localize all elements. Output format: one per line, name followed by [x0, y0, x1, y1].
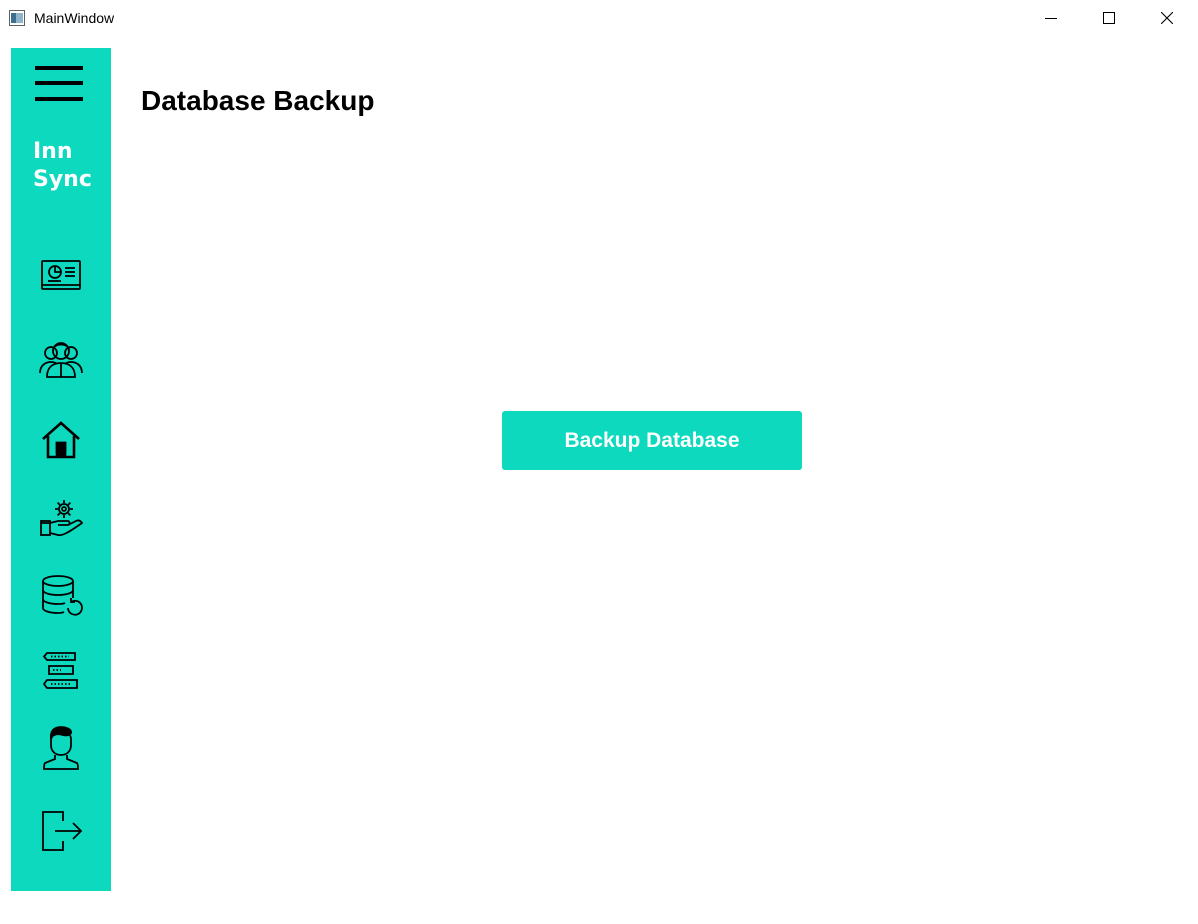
close-icon [1161, 12, 1173, 24]
sidebar-item-services[interactable] [35, 492, 87, 544]
backup-database-button[interactable]: Backup Database [502, 411, 802, 470]
hamburger-menu-icon [35, 66, 83, 101]
dashboard-icon [41, 260, 81, 290]
home-icon [42, 421, 80, 459]
brand-line-1: Inn [33, 139, 73, 164]
user-profile-icon [43, 726, 79, 770]
main-window: MainWindow Inn Sync Database Backup Back… [0, 0, 1198, 924]
sidebar-item-profile[interactable] [35, 722, 87, 774]
services-icon [40, 500, 84, 537]
sidebar-item-home[interactable] [35, 414, 87, 466]
sidebar-item-database-backup[interactable] [35, 569, 87, 621]
database-backup-icon [42, 575, 83, 616]
sidebar-item-dashboard[interactable] [35, 250, 87, 302]
sidebar-item-logout[interactable] [35, 805, 87, 857]
close-button[interactable] [1138, 0, 1196, 36]
logs-icon [42, 652, 78, 689]
sidebar-item-guests[interactable] [35, 332, 87, 384]
hamburger-menu-button[interactable] [35, 66, 85, 106]
sidebar-item-logs[interactable] [35, 645, 87, 697]
title-bar: MainWindow [0, 0, 1198, 36]
brand-line-2: Sync [33, 167, 92, 192]
logout-icon [42, 811, 83, 851]
app-icon [9, 10, 25, 26]
window-title: MainWindow [34, 10, 115, 26]
brand-logo: Inn Sync [33, 138, 103, 194]
minimize-button[interactable] [1022, 0, 1080, 36]
maximize-icon [1103, 12, 1115, 24]
minimize-icon [1045, 18, 1057, 19]
page-title: Database Backup [141, 85, 375, 116]
guests-icon [39, 342, 83, 378]
maximize-button[interactable] [1080, 0, 1138, 36]
sidebar: Inn Sync [11, 48, 111, 891]
